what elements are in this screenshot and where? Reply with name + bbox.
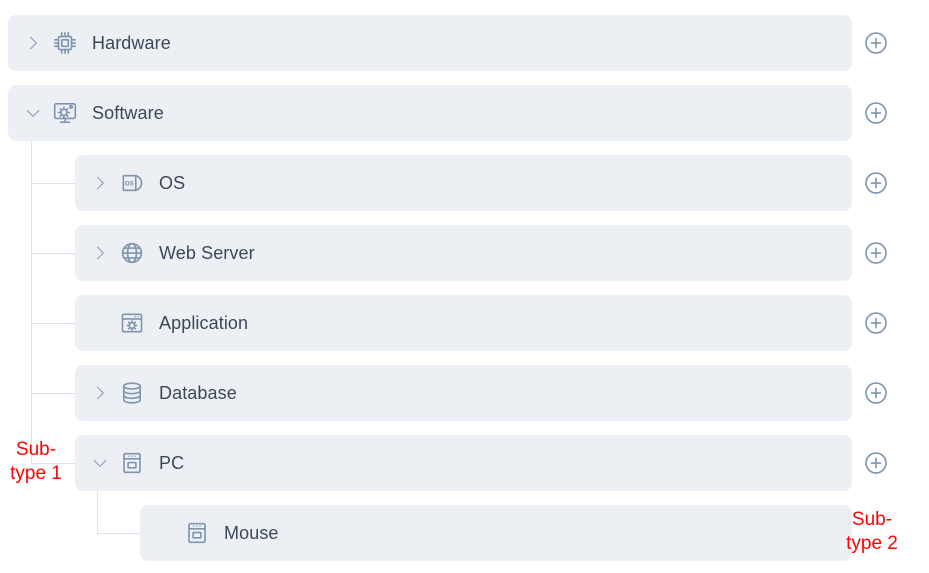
tree-connector-horizontal	[31, 253, 75, 254]
annotation-sub-type-2: Sub- type 2	[846, 509, 898, 554]
svg-text:os: os	[125, 178, 135, 187]
add-child-button-os[interactable]	[863, 170, 889, 196]
tree-node-web-server[interactable]: Web Server	[75, 225, 852, 281]
chevron-right-icon[interactable]	[89, 172, 111, 194]
add-child-button-web-server[interactable]	[863, 240, 889, 266]
tree-node-mouse[interactable]: Mouse	[140, 505, 852, 561]
add-child-button-hardware[interactable]	[863, 30, 889, 56]
add-child-button-application[interactable]	[863, 310, 889, 336]
tree-node-pc[interactable]: PC	[75, 435, 852, 491]
tree-node-label: Mouse	[224, 522, 279, 543]
os-disc-icon: os	[119, 170, 145, 196]
add-child-button-software[interactable]	[863, 100, 889, 126]
tree-node-label: OS	[159, 172, 186, 193]
tree-node-label: Software	[92, 102, 164, 123]
server-box-icon	[119, 450, 145, 476]
monitor-gear-icon	[52, 100, 78, 126]
tree-connector-vertical	[97, 491, 98, 533]
tree-node-label: Application	[159, 312, 249, 333]
tree-connector-vertical	[31, 141, 32, 463]
chevron-right-icon[interactable]	[89, 242, 111, 264]
add-child-button-database[interactable]	[863, 380, 889, 406]
chevron-down-icon[interactable]	[89, 452, 111, 474]
chevron-right-icon[interactable]	[22, 32, 44, 54]
database-cylinder-icon	[119, 380, 145, 406]
window-gear-icon	[119, 310, 145, 336]
add-child-button-pc[interactable]	[863, 450, 889, 476]
tree-connector-horizontal	[97, 533, 140, 534]
annotation-sub-type-1: Sub- type 1	[10, 439, 62, 484]
tree-node-software[interactable]: Software	[8, 85, 852, 141]
tree-node-label: PC	[159, 452, 185, 473]
tree-node-label: Hardware	[92, 32, 171, 53]
tree-node-database[interactable]: Database	[75, 365, 852, 421]
tree-connector-horizontal	[31, 183, 75, 184]
tree-node-hardware[interactable]: Hardware	[8, 15, 852, 71]
tree-connector-horizontal	[31, 323, 75, 324]
chevron-right-icon[interactable]	[89, 382, 111, 404]
tree-node-os[interactable]: os OS	[75, 155, 852, 211]
chevron-down-icon[interactable]	[22, 102, 44, 124]
tree-view: Hardware Software os OS Web Server Applicatio…	[0, 0, 929, 573]
cpu-chip-icon	[52, 30, 78, 56]
tree-node-application[interactable]: Application	[75, 295, 852, 351]
tree-connector-horizontal	[31, 393, 75, 394]
tree-node-label: Web Server	[159, 242, 255, 263]
tree-node-label: Database	[159, 382, 237, 403]
globe-icon	[119, 240, 145, 266]
server-box-icon	[184, 520, 210, 546]
